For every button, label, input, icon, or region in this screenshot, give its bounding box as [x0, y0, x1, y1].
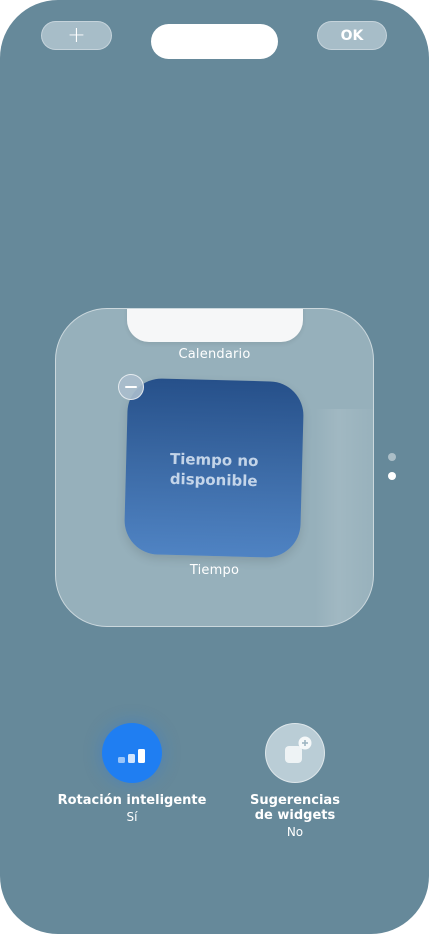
stack-edge-shade: [315, 409, 373, 626]
weather-widget[interactable]: Tiempo no disponible: [123, 377, 305, 559]
weather-unavailable-text: Tiempo no disponible: [125, 448, 302, 493]
calendar-widget-label: Calendario: [178, 347, 251, 362]
ok-button[interactable]: OK: [317, 21, 387, 50]
widget-suggestions-value: No: [286, 825, 304, 839]
page-dot-2-active[interactable]: [388, 472, 396, 480]
smart-rotation-label: Rotación inteligente: [57, 793, 207, 808]
weather-widget-label: Tiempo: [189, 563, 240, 578]
widget-suggestions-label-line1: Sugerencias: [250, 793, 340, 808]
widget-suggestions-toggle[interactable]: [265, 723, 325, 783]
add-widget-button[interactable]: +: [41, 21, 112, 50]
smart-rotation-value: Sí: [126, 810, 138, 824]
signal-bars-icon: [118, 749, 145, 763]
calendar-widget-peek[interactable]: [127, 309, 303, 342]
plus-icon: +: [67, 23, 86, 48]
widget-suggestions-label-line2: de widgets: [254, 808, 336, 823]
widget-stack[interactable]: Calendario Tiempo no disponible Tiempo: [55, 308, 374, 627]
widget-suggestions-label: Sugerencias de widgets: [210, 793, 380, 823]
widget-plus-icon: [285, 736, 312, 763]
remove-widget-button[interactable]: [118, 374, 144, 400]
weather-text-line2: disponible: [169, 469, 258, 491]
page-dot-1[interactable]: [388, 453, 396, 461]
dynamic-island: [151, 24, 278, 59]
phone-screen: + OK Calendario Tiempo no disponible Tie…: [0, 0, 429, 934]
smart-rotation-toggle[interactable]: [102, 723, 162, 783]
